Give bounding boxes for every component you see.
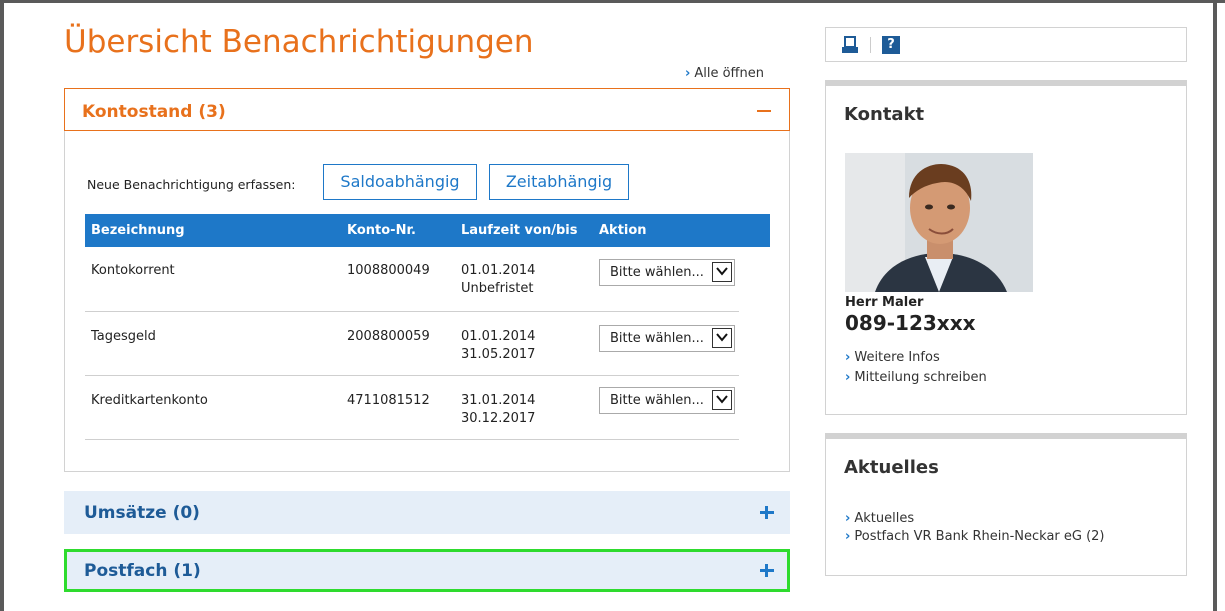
chevron-right-icon: ›: [845, 350, 851, 365]
chevron-down-icon[interactable]: [712, 390, 732, 410]
expand-all-link[interactable]: › Alle öffnen: [685, 66, 764, 81]
expand-plus-icon[interactable]: [760, 505, 774, 519]
kontostand-panel: Kontostand (3) Neue Benachrichtigung erf…: [64, 88, 790, 472]
link-aktuelles[interactable]: › Aktuelles: [845, 511, 914, 526]
window-corner-mark: [1203, 0, 1225, 3]
row-to: 31.05.2017: [461, 347, 536, 362]
collapse-minus-icon[interactable]: [757, 110, 771, 112]
table-row: Kontokorrent 1008800049 01.01.2014 Unbef…: [85, 247, 739, 312]
zeit-button[interactable]: Zeitabhängig: [489, 164, 629, 200]
action-select[interactable]: Bitte wählen...: [599, 325, 735, 352]
table-row: Tagesgeld 2008800059 01.01.2014 31.05.20…: [85, 311, 739, 376]
row-konto: 1008800049: [347, 263, 430, 278]
row-konto: 2008800059: [347, 329, 430, 344]
chevron-right-icon: ›: [845, 511, 851, 526]
chevron-right-icon: ›: [845, 529, 851, 544]
aktuelles-title: Aktuelles: [844, 457, 939, 478]
kontakt-box: Kontakt Herr Maler 089-123xxx › Weitere I…: [825, 80, 1187, 415]
new-notification-label: Neue Benachrichtigung erfassen:: [87, 177, 296, 192]
umsaetze-panel[interactable]: Umsätze (0): [64, 491, 790, 534]
action-select-value: Bitte wählen...: [610, 265, 704, 280]
contact-photo: [845, 153, 1033, 292]
row-name: Tagesgeld: [91, 329, 156, 344]
action-select[interactable]: Bitte wählen...: [599, 387, 735, 414]
umsaetze-title: Umsätze (0): [84, 503, 200, 523]
row-konto: 4711081512: [347, 393, 430, 408]
row-from: 01.01.2014: [461, 263, 536, 278]
kontakt-title: Kontakt: [844, 104, 925, 125]
page-title: Übersicht Benachrichtigungen: [64, 24, 534, 60]
toolbar-divider: [870, 37, 871, 53]
row-name: Kreditkartenkonto: [91, 393, 208, 408]
chevron-right-icon: ›: [685, 66, 691, 81]
row-to: Unbefristet: [461, 281, 534, 296]
row-from: 31.01.2014: [461, 393, 536, 408]
link-label: Postfach VR Bank Rhein-Neckar eG (2): [854, 529, 1105, 544]
col-bezeichnung: Bezeichnung: [91, 223, 185, 238]
chevron-right-icon: ›: [845, 370, 851, 385]
expand-all-label: Alle öffnen: [694, 66, 764, 81]
table-row: Kreditkartenkonto 4711081512 31.01.2014 …: [85, 375, 739, 440]
postfach-panel[interactable]: Postfach (1): [64, 549, 790, 592]
action-select-value: Bitte wählen...: [610, 393, 704, 408]
print-icon[interactable]: [841, 36, 859, 54]
expand-plus-icon[interactable]: [760, 563, 774, 577]
postfach-title: Postfach (1): [84, 561, 201, 581]
row-name: Kontokorrent: [91, 263, 175, 278]
row-from: 01.01.2014: [461, 329, 536, 344]
col-konto: Konto-Nr.: [347, 223, 416, 238]
table-header: Bezeichnung Konto-Nr. Laufzeit von/bis A…: [85, 214, 770, 247]
chevron-down-icon[interactable]: [712, 328, 732, 348]
chevron-down-icon[interactable]: [712, 262, 732, 282]
link-weitere-infos[interactable]: › Weitere Infos: [845, 350, 940, 365]
aktuelles-box: Aktuelles › Aktuelles › Postfach VR Bank R…: [825, 433, 1187, 576]
link-label: Aktuelles: [854, 511, 915, 526]
row-to: 30.12.2017: [461, 411, 536, 426]
link-label: Mitteilung schreiben: [854, 370, 987, 385]
link-label: Weitere Infos: [854, 350, 940, 365]
link-postfach-bank[interactable]: › Postfach VR Bank Rhein-Neckar eG (2): [845, 529, 1105, 544]
col-laufzeit: Laufzeit von/bis: [461, 223, 578, 238]
kontostand-title: Kontostand (3): [82, 102, 226, 122]
toolbar: ?: [825, 27, 1187, 62]
action-select[interactable]: Bitte wählen...: [599, 259, 735, 286]
saldo-button[interactable]: Saldoabhängig: [323, 164, 477, 200]
contact-phone: 089-123xxx: [845, 311, 976, 335]
col-aktion: Aktion: [599, 223, 647, 238]
action-select-value: Bitte wählen...: [610, 331, 704, 346]
help-icon[interactable]: ?: [882, 36, 900, 54]
contact-name: Herr Maler: [845, 295, 924, 310]
kontostand-header[interactable]: Kontostand (3): [64, 88, 790, 131]
link-mitteilung[interactable]: › Mitteilung schreiben: [845, 370, 987, 385]
